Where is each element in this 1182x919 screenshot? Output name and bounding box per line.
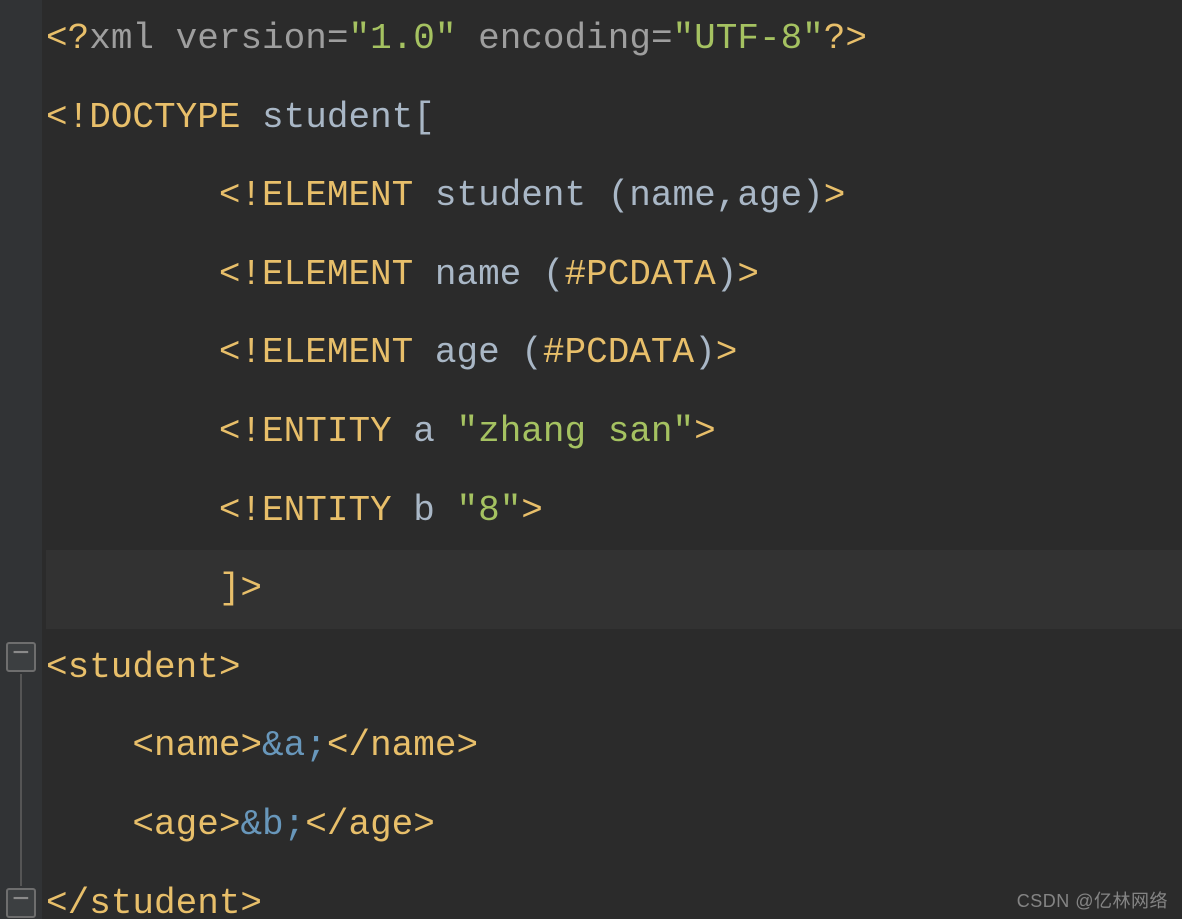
paren: ) bbox=[716, 254, 738, 295]
element-body: name ( bbox=[435, 254, 565, 295]
close: > bbox=[824, 175, 846, 216]
indent bbox=[46, 490, 219, 531]
code-line[interactable]: <!ELEMENT age (#PCDATA)> bbox=[46, 314, 1182, 393]
close: > bbox=[716, 332, 738, 373]
open-tag: <age> bbox=[132, 804, 240, 845]
element-body: student (name,age) bbox=[435, 175, 824, 216]
close: > bbox=[737, 254, 759, 295]
close: > bbox=[521, 490, 543, 531]
entity-value: "zhang san" bbox=[456, 411, 694, 452]
indent bbox=[46, 175, 219, 216]
close: > bbox=[694, 411, 716, 452]
code-line[interactable]: <!DOCTYPE student[ bbox=[46, 79, 1182, 158]
xml-decl-open: <? bbox=[46, 18, 89, 59]
doctype-open: <!DOCTYPE bbox=[46, 97, 262, 138]
eq: = bbox=[651, 18, 673, 59]
pcdata: #PCDATA bbox=[565, 254, 716, 295]
code-line[interactable]: <!ELEMENT name (#PCDATA)> bbox=[46, 236, 1182, 315]
attr: encoding bbox=[457, 18, 651, 59]
code-line[interactable]: <!ENTITY a "zhang san"> bbox=[46, 393, 1182, 472]
code-area[interactable]: <?xml version="1.0" encoding="UTF-8"?> <… bbox=[42, 0, 1182, 919]
indent bbox=[46, 568, 219, 609]
close-tag: </name> bbox=[327, 725, 478, 766]
close-tag: </age> bbox=[305, 804, 435, 845]
code-line[interactable]: <!ENTITY b "8"> bbox=[46, 472, 1182, 551]
doctype-name: student bbox=[262, 97, 413, 138]
entity-name: a bbox=[413, 411, 456, 452]
entity-value: "8" bbox=[456, 490, 521, 531]
attr: xml version bbox=[89, 18, 327, 59]
entity-name: b bbox=[413, 490, 456, 531]
element-decl: <!ELEMENT bbox=[219, 254, 435, 295]
entity-ref: &b; bbox=[240, 804, 305, 845]
watermark-text: CSDN @亿林网络 bbox=[1017, 887, 1168, 913]
code-line[interactable]: <!ELEMENT student (name,age)> bbox=[46, 157, 1182, 236]
code-line[interactable]: <age>&b;</age> bbox=[46, 786, 1182, 865]
entity-decl: <!ENTITY bbox=[219, 411, 413, 452]
indent bbox=[46, 254, 219, 295]
open-tag: <name> bbox=[132, 725, 262, 766]
code-line[interactable]: <?xml version="1.0" encoding="UTF-8"?> bbox=[46, 0, 1182, 79]
dtd-close: ]> bbox=[219, 568, 262, 609]
fold-toggle-icon[interactable]: − bbox=[6, 888, 36, 918]
code-line-current[interactable]: ]> bbox=[46, 550, 1182, 629]
eq: = bbox=[327, 18, 349, 59]
close-tag: </student> bbox=[46, 883, 262, 919]
entity-ref: &a; bbox=[262, 725, 327, 766]
code-line[interactable]: <name>&a;</name> bbox=[46, 707, 1182, 786]
code-line[interactable]: </student> bbox=[46, 865, 1182, 919]
attr-value: "UTF-8" bbox=[673, 18, 824, 59]
element-decl: <!ELEMENT bbox=[219, 332, 435, 373]
gutter: − − bbox=[0, 0, 42, 919]
indent bbox=[46, 332, 219, 373]
paren: ) bbox=[694, 332, 716, 373]
pcdata: #PCDATA bbox=[543, 332, 694, 373]
indent bbox=[46, 411, 219, 452]
element-body: age ( bbox=[435, 332, 543, 373]
element-decl: <!ELEMENT bbox=[219, 175, 435, 216]
fold-guide-line bbox=[20, 674, 22, 886]
entity-decl: <!ENTITY bbox=[219, 490, 413, 531]
code-editor[interactable]: − − <?xml version="1.0" encoding="UTF-8"… bbox=[0, 0, 1182, 919]
xml-decl-close: ?> bbox=[824, 18, 867, 59]
fold-toggle-icon[interactable]: − bbox=[6, 642, 36, 672]
attr-value: "1.0" bbox=[348, 18, 456, 59]
indent bbox=[46, 725, 132, 766]
bracket: [ bbox=[413, 97, 435, 138]
code-line[interactable]: <student> bbox=[46, 629, 1182, 708]
open-tag: <student> bbox=[46, 647, 240, 688]
indent bbox=[46, 804, 132, 845]
